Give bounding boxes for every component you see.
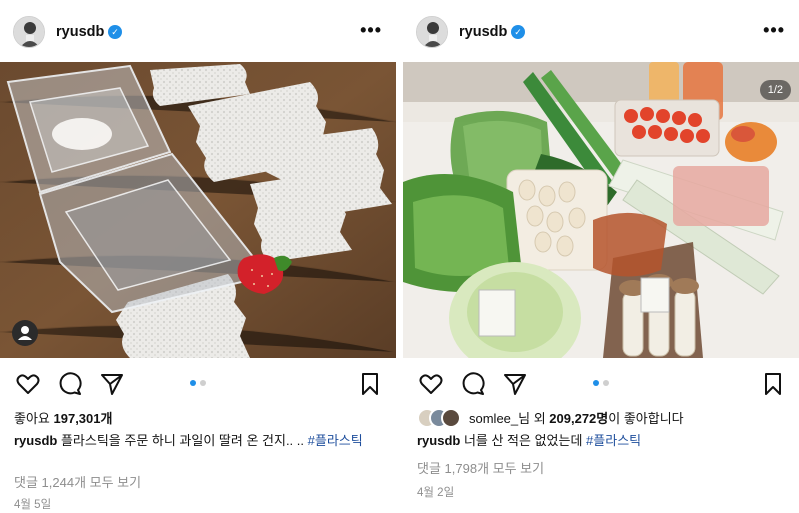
post-right: ryusdb ✓ ••• 1/2 somlee_님 외 209,272명이 좋아… [403,0,799,513]
caption-username[interactable]: ryusdb [14,433,57,448]
view-comments-link[interactable]: 댓글 1,798개 모두 보기 [417,458,544,477]
caption-username[interactable]: ryusdb [417,433,460,448]
share-icon[interactable] [501,370,529,398]
likes-prefix: 좋아요 [14,411,54,426]
username[interactable]: ryusdb [459,24,507,40]
likes-number: 197,301개 [53,411,113,426]
view-comments-link[interactable]: 댓글 1,244개 모두 보기 [14,472,141,491]
username[interactable]: ryusdb [56,24,104,40]
post-photo[interactable]: 1/2 [403,62,799,358]
likes-count[interactable]: somlee_님 외 209,272명이 좋아합니다 [469,408,684,427]
comment-icon[interactable] [56,370,84,398]
post-photo[interactable] [0,62,396,358]
likes-number: 209,272명 [549,411,609,426]
carousel-indicator [190,380,206,386]
caption: ryusdb 너를 산 적은 없었는데 #플라스틱 [417,432,787,449]
liker-avatars[interactable] [417,408,463,428]
liker-name[interactable]: somlee_님 [469,411,530,426]
liker-avatar [441,408,461,428]
verified-icon: ✓ [511,25,525,39]
likes-mid: 외 [530,411,550,426]
more-icon[interactable]: ••• [360,20,382,41]
post-left: ryusdb ✓ ••• 좋아요 197,301개 ryusdb 플라스틱을 주… [0,0,396,513]
profile-avatar[interactable] [416,16,448,48]
verified-icon: ✓ [108,25,122,39]
likes-suffix: 이 좋아합니다 [608,411,684,426]
carousel-page-count: 1/2 [759,80,791,100]
post-date: 4월 2일 [417,487,455,499]
carousel-dot [200,380,206,386]
caption-hashtag[interactable]: #플라스틱 [308,433,363,448]
profile-avatar[interactable] [13,16,45,48]
post-actions [0,370,396,400]
share-icon[interactable] [98,370,126,398]
post-header: ryusdb ✓ ••• [0,12,396,52]
carousel-dot-active [190,380,196,386]
user-tag-icon[interactable] [12,320,38,346]
post-date: 4월 5일 [14,499,52,511]
caption-text: 너를 산 적은 없었는데 [460,433,587,448]
heart-icon[interactable] [417,370,445,398]
bookmark-icon[interactable] [356,370,384,398]
comment-icon[interactable] [459,370,487,398]
bookmark-icon[interactable] [759,370,787,398]
post-header: ryusdb ✓ ••• [403,12,799,52]
carousel-indicator [593,380,609,386]
likes-count[interactable]: 좋아요 197,301개 [14,408,112,427]
post-actions [403,370,799,400]
caption-hashtag[interactable]: #플라스틱 [586,433,641,448]
heart-icon[interactable] [14,370,42,398]
caption-text: 플라스틱을 주문 하니 과일이 딸려 온 건지.. .. [57,433,308,448]
carousel-dot-active [593,380,599,386]
caption: ryusdb 플라스틱을 주문 하니 과일이 딸려 온 건지.. .. #플라스… [14,432,384,449]
more-icon[interactable]: ••• [763,20,785,41]
carousel-dot [603,380,609,386]
